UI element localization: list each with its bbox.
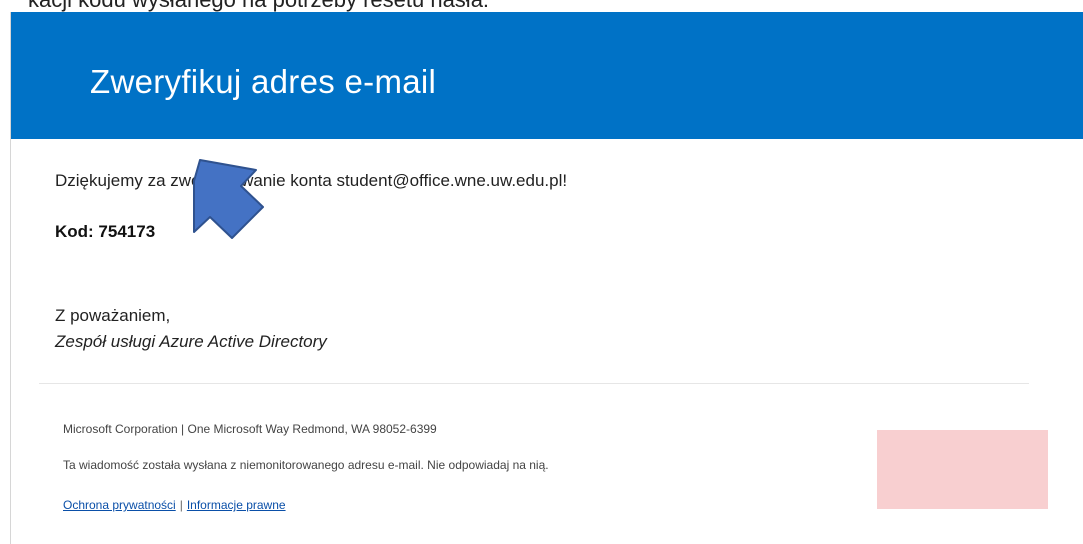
footer-divider	[39, 383, 1029, 384]
link-separator: |	[179, 498, 183, 512]
legal-link[interactable]: Informacje prawne	[187, 498, 286, 512]
regards-text: Z poważaniem,	[55, 306, 171, 325]
email-title: Zweryfikuj adres e-mail	[90, 63, 437, 100]
email-header: Zweryfikuj adres e-mail	[11, 12, 1083, 139]
verification-code: Kod: 754173	[55, 222, 156, 241]
thanks-message: Dziękujemy za zweryfikowanie konta stude…	[55, 171, 568, 190]
signature-team: Zespół usługi Azure Active Directory	[55, 332, 327, 351]
email-body: Zweryfikuj adres e-mail Dziękujemy za zw…	[10, 12, 1083, 544]
footer-note: Ta wiadomość została wysłana z niemonito…	[63, 458, 549, 472]
privacy-link[interactable]: Ochrona prywatności	[63, 498, 176, 512]
footer-address: Microsoft Corporation | One Microsoft Wa…	[63, 422, 437, 436]
footer-links: Ochrona prywatności | Informacje prawne	[63, 498, 286, 512]
redaction-box	[877, 430, 1048, 509]
